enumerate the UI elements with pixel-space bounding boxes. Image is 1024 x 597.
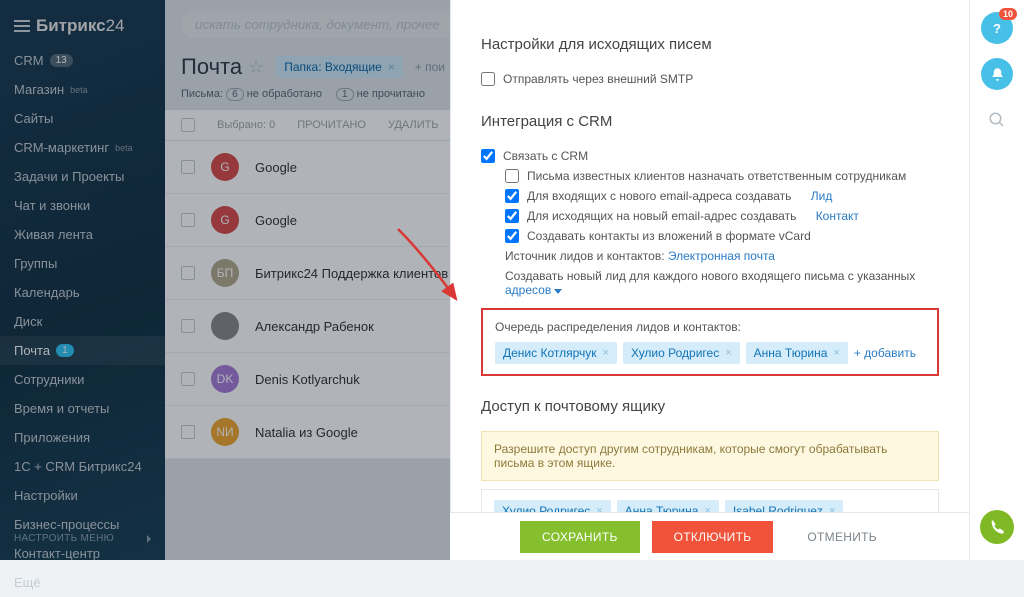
sidebar-item-CRM-маркетинг[interactable]: CRM-маркетингbeta	[0, 133, 165, 162]
chevron-right-icon	[147, 535, 151, 543]
add-queue-button[interactable]: + добавить	[854, 346, 916, 360]
row-checkbox[interactable]	[181, 425, 195, 439]
sidebar-item-Задачи и Проекты[interactable]: Задачи и Проекты	[0, 162, 165, 191]
rightbar: ?10	[969, 0, 1024, 560]
sidebar-item-Сотрудники[interactable]: Сотрудники	[0, 365, 165, 394]
access-note: Разрешите доступ другим сотрудникам, кот…	[481, 431, 939, 481]
panel-footer: СОХРАНИТЬ ОТКЛЮЧИТЬ ОТМЕНИТЬ	[450, 512, 969, 560]
avatar: БП	[211, 259, 239, 287]
avatar	[211, 312, 239, 340]
sidebar-item-Настройки[interactable]: Настройки	[0, 481, 165, 510]
row-checkbox[interactable]	[181, 319, 195, 333]
queue-highlight: Очередь распределения лидов и контактов:…	[481, 308, 939, 376]
new-lead-rule: Создавать новый лид для каждого нового в…	[481, 266, 939, 300]
opt-known-clients[interactable]: Письма известных клиентов назначать отве…	[481, 166, 939, 186]
avatar: G	[211, 206, 239, 234]
menu-icon[interactable]	[14, 25, 30, 27]
queue-tag[interactable]: Хулио Родригес×	[623, 342, 740, 364]
star-icon[interactable]: ☆	[248, 57, 264, 78]
opt-crm[interactable]: Связать с CRM	[481, 146, 939, 166]
opt-incoming-lead[interactable]: Для входящих с нового email-адреса созда…	[481, 186, 939, 206]
row-checkbox[interactable]	[181, 160, 195, 174]
help-icon[interactable]: ?10	[981, 12, 1013, 44]
opt-outgoing-contact[interactable]: Для исходящих на новый email-адрес созда…	[481, 206, 939, 226]
sidebar-item-Почта[interactable]: Почта1	[0, 336, 165, 365]
notification-badge: 10	[999, 8, 1017, 20]
search-more[interactable]: + пои	[415, 60, 445, 74]
phone-fab[interactable]	[980, 510, 1014, 544]
opt-smtp[interactable]: Отправлять через внешний SMTP	[481, 69, 939, 89]
selected-count: Выбрано: 0	[217, 119, 275, 131]
sidebar-item-Сайты[interactable]: Сайты	[0, 104, 165, 133]
select-all-checkbox[interactable]	[181, 118, 195, 132]
delete-button[interactable]: УДАЛИТЬ	[388, 119, 439, 131]
avatar: G	[211, 153, 239, 181]
save-button[interactable]: СОХРАНИТЬ	[520, 521, 640, 553]
sidebar-settings[interactable]: НАСТРОИТЬ МЕНЮ	[0, 527, 165, 550]
sidebar-item-Живая лента[interactable]: Живая лента	[0, 220, 165, 249]
section-outgoing: Настройки для исходящих писем	[481, 36, 939, 53]
row-checkbox[interactable]	[181, 213, 195, 227]
queue-tag[interactable]: Анна Тюрина×	[746, 342, 848, 364]
cancel-button[interactable]: ОТМЕНИТЬ	[785, 521, 899, 553]
opt-vcard[interactable]: Создавать контакты из вложений в формате…	[481, 226, 939, 246]
sidebar-item-Диск[interactable]: Диск	[0, 307, 165, 336]
sidebar-item-Ещё[interactable]: Ещё	[0, 568, 165, 597]
disable-button[interactable]: ОТКЛЮЧИТЬ	[652, 521, 774, 553]
row-checkbox[interactable]	[181, 266, 195, 280]
sidebar-item-Магазин[interactable]: Магазинbeta	[0, 75, 165, 104]
page-title: Почта ☆	[181, 54, 264, 80]
sidebar-item-Календарь[interactable]: Календарь	[0, 278, 165, 307]
queue-tag[interactable]: Денис Котлярчук×	[495, 342, 617, 364]
queue-label: Очередь распределения лидов и контактов:	[495, 320, 925, 334]
settings-panel: Настройки для исходящих писем Отправлять…	[450, 0, 969, 560]
row-checkbox[interactable]	[181, 372, 195, 386]
sidebar: Битрикс24 CRM13МагазинbetaСайтыCRM-марке…	[0, 0, 165, 560]
sidebar-item-Время и отчеты[interactable]: Время и отчеты	[0, 394, 165, 423]
sidebar-item-Чат и звонки[interactable]: Чат и звонки	[0, 191, 165, 220]
lead-source: Источник лидов и контактов: Электронная …	[481, 246, 939, 266]
avatar: DK	[211, 365, 239, 393]
search-icon[interactable]	[981, 104, 1013, 136]
logo: Битрикс24	[0, 10, 165, 46]
bell-icon[interactable]	[981, 58, 1013, 90]
sidebar-item-1С + CRM Битрикс24[interactable]: 1С + CRM Битрикс24	[0, 452, 165, 481]
folder-filter[interactable]: Папка: Входящие×	[276, 56, 403, 78]
section-crm: Интеграция с CRM	[481, 113, 939, 130]
section-access: Доступ к почтовому ящику	[481, 398, 939, 415]
sidebar-item-CRM[interactable]: CRM13	[0, 46, 165, 75]
sidebar-item-Приложения[interactable]: Приложения	[0, 423, 165, 452]
avatar: NИ	[211, 418, 239, 446]
mark-read-button[interactable]: ПРОЧИТАНО	[297, 119, 366, 131]
sidebar-item-Группы[interactable]: Группы	[0, 249, 165, 278]
